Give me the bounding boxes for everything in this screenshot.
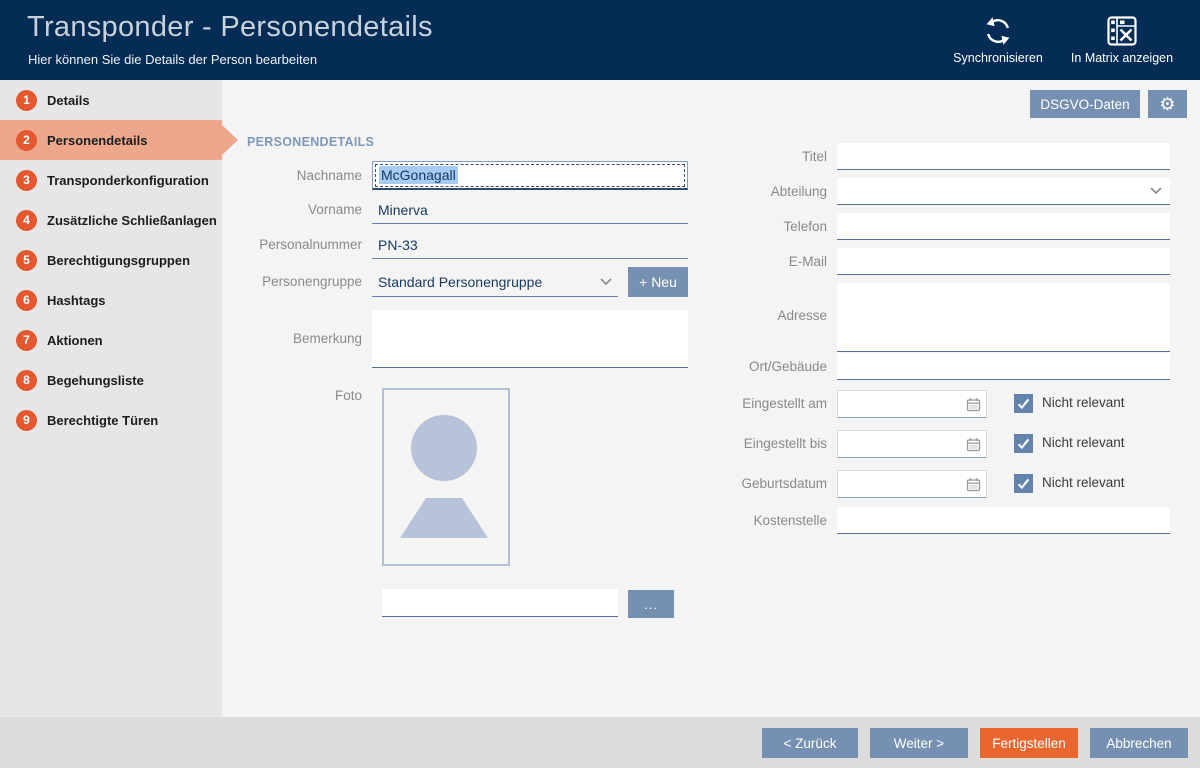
geburtsdatum-date-field[interactable] — [838, 477, 966, 492]
chevron-down-icon — [1150, 182, 1162, 200]
step-number-badge: 3 — [16, 170, 37, 191]
abteilung-select[interactable] — [837, 178, 1170, 205]
bemerkung-textarea[interactable] — [372, 310, 688, 368]
chevron-down-icon — [600, 273, 612, 291]
nachname-input[interactable]: McGonagall — [372, 161, 688, 190]
step-number-badge: 7 — [16, 330, 37, 351]
ort-gebaeude-input[interactable] — [837, 353, 1170, 380]
sync-icon — [928, 13, 1068, 49]
step-number-badge: 5 — [16, 250, 37, 271]
check-icon — [1017, 477, 1030, 490]
email-input[interactable] — [837, 248, 1170, 275]
step-number-badge: 6 — [16, 290, 37, 311]
personengruppe-select[interactable]: Standard Personengruppe — [372, 267, 618, 297]
kostenstelle-input[interactable] — [837, 507, 1170, 534]
vorname-label: Vorname — [222, 196, 362, 224]
eingestellt-am-nicht-relevant-checkbox[interactable] — [1014, 394, 1033, 413]
selected-text: McGonagall — [379, 166, 458, 184]
titel-input[interactable] — [837, 143, 1170, 170]
ort-gebaeude-label: Ort/Gebäude — [677, 353, 827, 380]
telefon-label: Telefon — [677, 213, 827, 240]
check-icon — [1017, 437, 1030, 450]
sidebar-item-details[interactable]: 1 Details — [0, 80, 222, 120]
sidebar-item-zusaetzliche-schliessanlagen[interactable]: 4 Zusätzliche Schließanlagen — [0, 200, 222, 240]
email-label: E-Mail — [677, 248, 827, 275]
show-in-matrix-button[interactable]: In Matrix anzeigen — [1052, 13, 1192, 65]
geburtsdatum-nicht-relevant-checkbox[interactable] — [1014, 474, 1033, 493]
finish-button[interactable]: Fertigstellen — [980, 728, 1078, 758]
sidebar-item-aktionen[interactable]: 7 Aktionen — [0, 320, 222, 360]
eingestellt-am-date-field[interactable] — [838, 397, 966, 412]
sidebar-item-hashtags[interactable]: 6 Hashtags — [0, 280, 222, 320]
eingestellt-bis-date-input[interactable] — [837, 430, 987, 458]
calendar-icon[interactable] — [966, 437, 981, 452]
wizard-step-sidebar: 1 Details 2 Personendetails 3 Transponde… — [0, 80, 222, 717]
person-silhouette-icon — [384, 390, 508, 564]
vorname-input[interactable]: Minerva — [372, 196, 688, 224]
nachname-label: Nachname — [222, 161, 362, 190]
synchronize-button[interactable]: Synchronisieren — [928, 13, 1068, 65]
eingestellt-bis-date-field[interactable] — [838, 437, 966, 452]
gear-icon[interactable]: ⚙ — [1148, 90, 1187, 118]
adresse-textarea[interactable] — [837, 283, 1170, 352]
abteilung-label: Abteilung — [677, 178, 827, 205]
eingestellt-am-date-input[interactable] — [837, 390, 987, 418]
sidebar-item-begehungsliste[interactable]: 8 Begehungsliste — [0, 360, 222, 400]
titel-label: Titel — [677, 143, 827, 170]
foto-label: Foto — [222, 382, 362, 410]
geburtsdatum-date-input[interactable] — [837, 470, 987, 498]
adresse-label: Adresse — [677, 302, 827, 330]
header-bar: Transponder - Personendetails Hier könne… — [0, 0, 1200, 80]
cancel-button[interactable]: Abbrechen — [1090, 728, 1188, 758]
step-number-badge: 2 — [16, 130, 37, 151]
eingestellt-bis-nicht-relevant-label: Nicht relevant — [1042, 435, 1125, 450]
calendar-icon[interactable] — [966, 397, 981, 412]
eingestellt-bis-label: Eingestellt bis — [677, 430, 827, 458]
page-title: Transponder - Personendetails — [27, 11, 433, 44]
next-button[interactable]: Weiter > — [870, 728, 968, 758]
kostenstelle-label: Kostenstelle — [677, 507, 827, 534]
photo-file-input[interactable] — [382, 589, 618, 617]
check-icon — [1017, 397, 1030, 410]
step-number-badge: 8 — [16, 370, 37, 391]
back-button[interactable]: < Zurück — [762, 728, 858, 758]
dsgvo-data-button[interactable]: DSGVO-Daten — [1030, 90, 1140, 118]
sidebar-item-transponderkonfiguration[interactable]: 3 Transponderkonfiguration — [0, 160, 222, 200]
form-content: DSGVO-Daten ⚙ PERSONENDETAILS Nachname M… — [222, 80, 1200, 717]
personalnummer-label: Personalnummer — [222, 231, 362, 259]
eingestellt-am-label: Eingestellt am — [677, 390, 827, 418]
sidebar-item-berechtigungsgruppen[interactable]: 5 Berechtigungsgruppen — [0, 240, 222, 280]
section-title: PERSONENDETAILS — [247, 135, 374, 149]
matrix-icon — [1052, 13, 1192, 49]
personalnummer-input[interactable]: PN-33 — [372, 231, 688, 259]
telefon-input[interactable] — [837, 213, 1170, 240]
sidebar-item-berechtigte-tueren[interactable]: 9 Berechtigte Türen — [0, 400, 222, 440]
calendar-icon[interactable] — [966, 477, 981, 492]
synchronize-label: Synchronisieren — [928, 51, 1068, 65]
show-in-matrix-label: In Matrix anzeigen — [1052, 51, 1192, 65]
geburtsdatum-label: Geburtsdatum — [677, 470, 827, 498]
footer-bar: < Zurück Weiter > Fertigstellen Abbreche… — [0, 717, 1200, 768]
bemerkung-label: Bemerkung — [222, 325, 362, 353]
eingestellt-am-nicht-relevant-label: Nicht relevant — [1042, 395, 1125, 410]
eingestellt-bis-nicht-relevant-checkbox[interactable] — [1014, 434, 1033, 453]
step-number-badge: 4 — [16, 210, 37, 231]
step-number-badge: 1 — [16, 90, 37, 111]
page-subtitle: Hier können Sie die Details der Person b… — [28, 52, 317, 67]
photo-placeholder — [382, 388, 510, 566]
geburtsdatum-nicht-relevant-label: Nicht relevant — [1042, 475, 1125, 490]
sidebar-item-personendetails[interactable]: 2 Personendetails — [0, 120, 222, 160]
browse-photo-button[interactable]: ... — [628, 590, 674, 618]
personengruppe-label: Personengruppe — [222, 267, 362, 297]
step-number-badge: 9 — [16, 410, 37, 431]
